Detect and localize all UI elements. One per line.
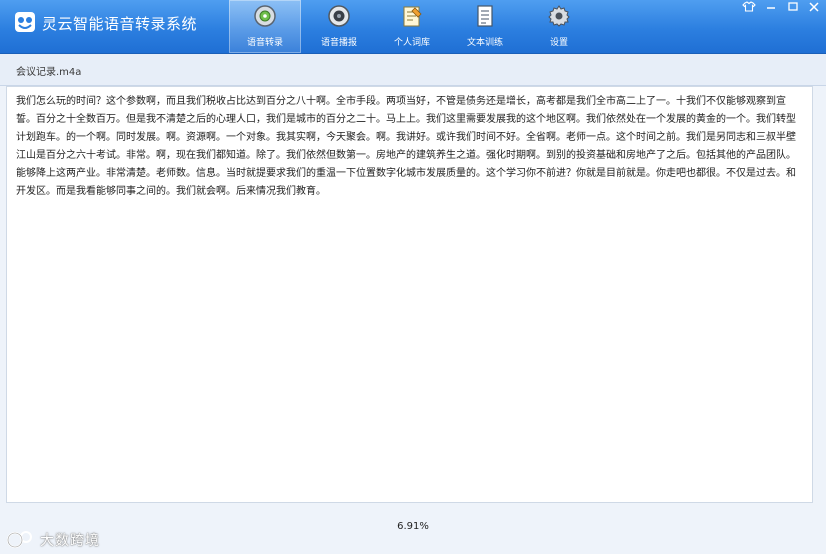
transcript-text[interactable]: 我们怎么玩的时间？这个参数啊，而且我们税收占比达到百分之八十啊。全市手段。两项当…: [16, 93, 804, 201]
transcript-panel[interactable]: 我们怎么玩的时间？这个参数啊，而且我们税收占比达到百分之八十啊。全市手段。两项当…: [6, 86, 813, 503]
tab-label: 语音播报: [320, 38, 357, 48]
tab-label: 个人词库: [393, 38, 430, 48]
shirt-icon[interactable]: [738, 0, 760, 14]
app-logo-icon: [15, 12, 35, 32]
document-icon: [477, 5, 493, 27]
tab-label: 设置: [549, 38, 568, 48]
tab-speech-broadcast[interactable]: 语音播报: [303, 0, 375, 53]
notepad-icon: [403, 6, 422, 27]
watermark-text: 大数跨境: [40, 533, 100, 549]
tab-label: 语音转录: [246, 38, 283, 48]
disc-icon: [254, 5, 276, 27]
tab-label: 文本训练: [466, 38, 503, 48]
file-bar: 会议记录.m4a: [0, 54, 826, 86]
app-title: 灵云智能语音转录系统: [42, 15, 198, 33]
tab-text-training[interactable]: 文本训练: [449, 0, 521, 53]
tab-speech-transcription[interactable]: 语音转录: [229, 0, 301, 53]
file-name: 会议记录.m4a: [16, 67, 82, 78]
minimize-icon[interactable]: [760, 0, 782, 14]
speaker-icon: [328, 5, 350, 27]
close-icon[interactable]: [803, 0, 825, 14]
watermark: 大数跨境: [6, 526, 116, 552]
title-bar: 灵云智能语音转录系统 语音转录 语音播报 个人词库 文本训练 设置: [0, 0, 826, 54]
tab-personal-lexicon[interactable]: 个人词库: [376, 0, 448, 53]
tab-settings[interactable]: 设置: [523, 0, 595, 53]
maximize-icon[interactable]: [782, 0, 804, 14]
gear-icon: [548, 5, 570, 27]
watermark-logo-icon: [7, 531, 32, 548]
progress-percentage: 6.91%: [397, 521, 429, 532]
